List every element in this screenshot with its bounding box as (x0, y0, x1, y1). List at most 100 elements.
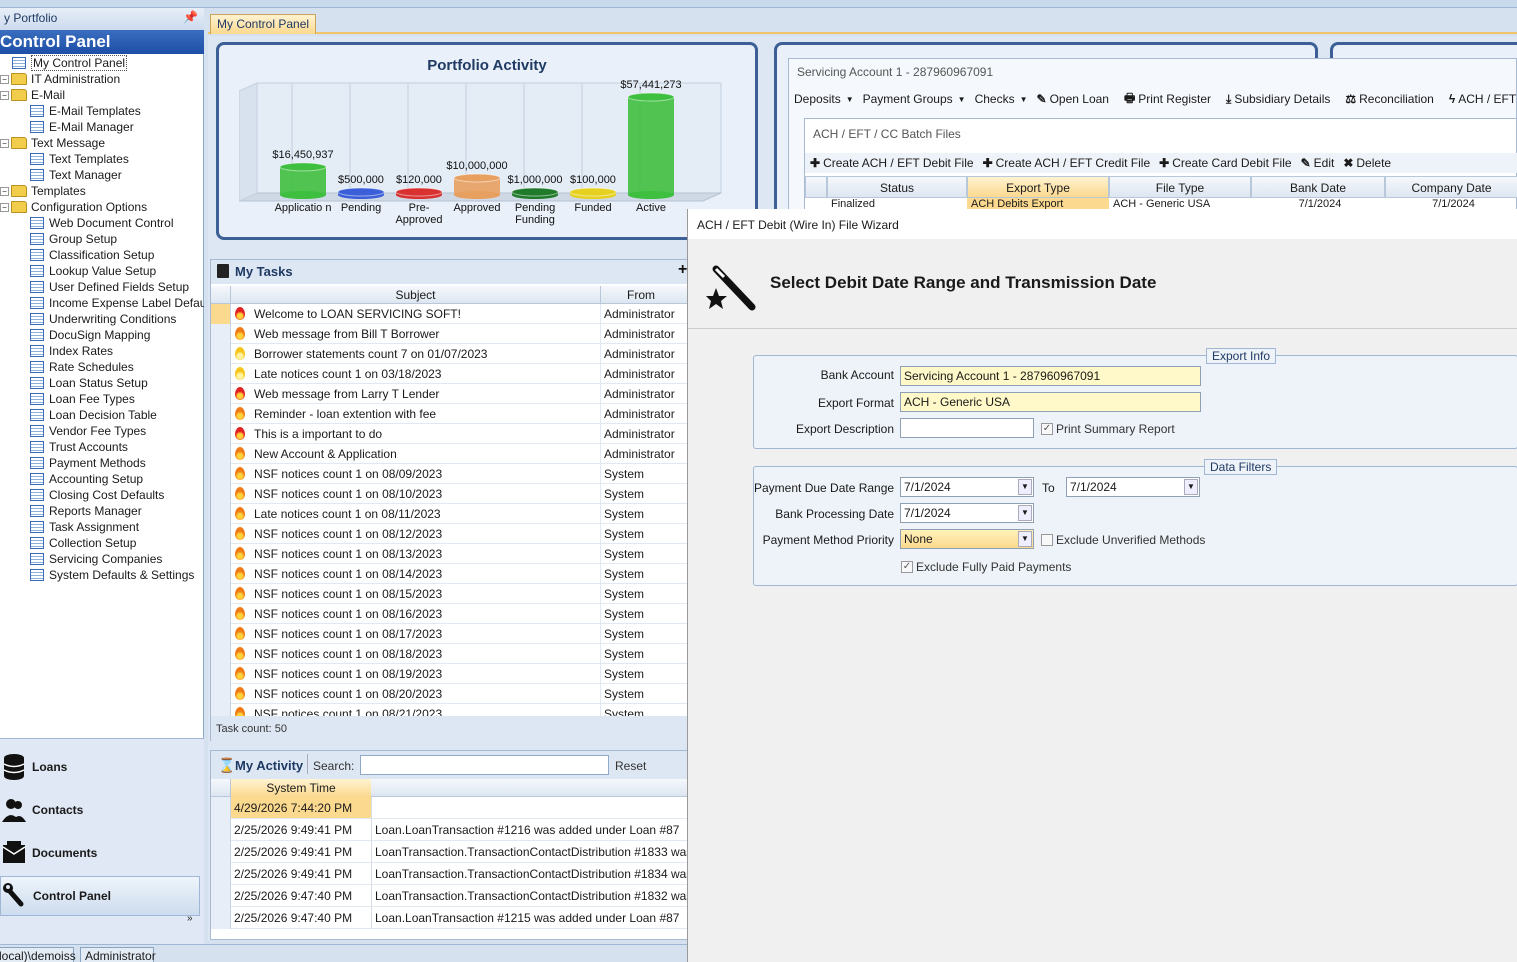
row-selector[interactable] (211, 304, 231, 324)
column-header-file-type[interactable]: File Type (1109, 176, 1251, 198)
toolbar-reconciliation[interactable]: ⚖ Reconciliation (1345, 92, 1433, 106)
export-description-field[interactable] (900, 418, 1034, 438)
exclude-paid-checkbox[interactable]: ✓ (901, 561, 913, 573)
activity-row[interactable]: 4/29/2026 7:44:20 PM (211, 797, 691, 819)
ach-toolbar-edit[interactable]: ✎ Edit (1301, 156, 1335, 170)
task-row[interactable]: NSF notices count 1 on 08/14/2023 System (211, 564, 691, 584)
due-date-from-picker[interactable]: 7/1/2024 ▼ (900, 477, 1034, 497)
toolbar-deposits[interactable]: Deposits ▼ (794, 92, 854, 106)
add-task-icon[interactable]: + (678, 261, 687, 279)
toolbar-subsidiary-details[interactable]: ⤓ Subsidiary Details (1226, 92, 1330, 107)
expand-toggle-icon[interactable]: − (0, 138, 9, 148)
task-row[interactable]: Borrower statements count 7 on 01/07/202… (211, 344, 691, 364)
toolbar-ach-eft-cc-batch[interactable]: ϟACH / EFT / CC Batch (1449, 92, 1517, 106)
tree-item-task-assignment[interactable]: Task Assignment (30, 519, 139, 535)
nav-button-documents[interactable]: Documents (0, 833, 200, 873)
reset-button[interactable]: Reset (615, 759, 646, 773)
ach-toolbar-create-ach-eft-credit-file[interactable]: ✚ Create ACH / EFT Credit File (983, 156, 1151, 170)
tree-item-rate-schedules[interactable]: Rate Schedules (30, 359, 134, 375)
chevron-down-icon[interactable]: ▼ (1018, 531, 1032, 547)
subject-column-header[interactable]: Subject (231, 288, 600, 302)
task-row[interactable]: NSF notices count 1 on 08/10/2023 System (211, 484, 691, 504)
row-selector[interactable] (211, 544, 231, 564)
tree-item-underwriting-conditions[interactable]: Underwriting Conditions (30, 311, 176, 327)
tree-item-loan-status-setup[interactable]: Loan Status Setup (30, 375, 148, 391)
task-row[interactable]: NSF notices count 1 on 08/17/2023 System (211, 624, 691, 644)
select-all-cell[interactable] (211, 779, 231, 797)
row-selector[interactable] (211, 644, 231, 664)
toolbar-print-register[interactable]: 🖶 Print Register (1124, 89, 1211, 110)
ach-toolbar-delete[interactable]: ✖ Delete (1343, 156, 1391, 170)
toolbar-payment-groups[interactable]: Payment Groups ▼ (863, 92, 966, 106)
tree-item-reports-manager[interactable]: Reports Manager (30, 503, 142, 519)
row-selector[interactable] (211, 464, 231, 484)
tree-item-income-expense-label-defaults[interactable]: Income Expense Label Defaults (30, 295, 204, 311)
chevron-more-icon[interactable]: » (187, 913, 193, 924)
tree-item-text-message[interactable]: − Text Message (0, 135, 105, 151)
row-selector[interactable] (211, 684, 231, 704)
task-row[interactable]: NSF notices count 1 on 08/16/2023 System (211, 604, 691, 624)
tree-item-system-defaults-settings[interactable]: System Defaults & Settings (30, 567, 194, 583)
tree-item-loan-fee-types[interactable]: Loan Fee Types (30, 391, 135, 407)
expand-toggle-icon[interactable]: − (0, 202, 9, 212)
toolbar-checks[interactable]: Checks ▼ (975, 92, 1028, 106)
row-selector[interactable] (211, 324, 231, 344)
tree-item-lookup-value-setup[interactable]: Lookup Value Setup (30, 263, 156, 279)
tree-item-templates[interactable]: − Templates (0, 183, 86, 199)
task-row[interactable]: Welcome to LOAN SERVICING SOFT! Administr… (211, 304, 691, 324)
activity-row[interactable]: 2/25/2026 9:49:41 PM Loan.LoanTransaction… (211, 819, 691, 841)
row-selector[interactable] (211, 885, 231, 907)
tree-item-e-mail[interactable]: − E-Mail (0, 87, 65, 103)
task-row[interactable]: NSF notices count 1 on 08/15/2023 System (211, 584, 691, 604)
row-selector[interactable] (211, 819, 231, 841)
tree-item-loan-decision-table[interactable]: Loan Decision Table (30, 407, 157, 423)
row-selector[interactable] (211, 484, 231, 504)
chevron-down-icon[interactable]: ▼ (1018, 505, 1032, 521)
tree-item-index-rates[interactable]: Index Rates (30, 343, 113, 359)
row-selector[interactable] (211, 863, 231, 885)
tree-item-payment-methods[interactable]: Payment Methods (30, 455, 146, 471)
row-selector[interactable] (211, 907, 231, 929)
tree-item-collection-setup[interactable]: Collection Setup (30, 535, 136, 551)
chevron-down-icon[interactable]: ▼ (1184, 479, 1198, 495)
activity-row[interactable]: 2/25/2026 9:47:40 PM Loan.LoanTransaction… (211, 907, 691, 929)
payment-method-priority-select[interactable]: None ▼ (900, 529, 1034, 549)
tree-item-servicing-companies[interactable]: Servicing Companies (30, 551, 162, 567)
exclude-unverified-checkbox[interactable] (1041, 534, 1053, 546)
due-date-to-picker[interactable]: 7/1/2024 ▼ (1066, 477, 1200, 497)
tree-item-my-control-panel[interactable]: My Control Panel (12, 55, 128, 71)
row-selector[interactable] (211, 664, 231, 684)
ach-toolbar-create-ach-eft-debit-file[interactable]: ✚ Create ACH / EFT Debit File (810, 156, 974, 170)
tree-item-accounting-setup[interactable]: Accounting Setup (30, 471, 143, 487)
row-selector[interactable] (211, 424, 231, 444)
task-row[interactable]: Reminder - loan extention with fee Admini… (211, 404, 691, 424)
tree-item-group-setup[interactable]: Group Setup (30, 231, 117, 247)
tree-item-e-mail-templates[interactable]: E-Mail Templates (30, 103, 141, 119)
expand-toggle-icon[interactable]: − (0, 74, 9, 84)
print-summary-checkbox[interactable]: ✓ (1041, 423, 1053, 435)
bank-account-field[interactable]: Servicing Account 1 - 287960967091 (900, 366, 1201, 386)
nav-button-control-panel[interactable]: Control Panel (0, 876, 200, 916)
nav-button-contacts[interactable]: Contacts (0, 790, 200, 830)
task-row[interactable]: NSF notices count 1 on 08/09/2023 System (211, 464, 691, 484)
row-selector[interactable] (211, 584, 231, 604)
select-all-cell[interactable] (805, 176, 827, 198)
tree-item-text-templates[interactable]: Text Templates (30, 151, 129, 167)
task-row[interactable]: This is a important to do Administrator (211, 424, 691, 444)
activity-row[interactable]: 2/25/2026 9:47:40 PM LoanTransaction.Tran… (211, 885, 691, 907)
nav-button-loans[interactable]: Loans (0, 747, 200, 787)
tree-item-web-document-control[interactable]: Web Document Control (30, 215, 174, 231)
tree-item-closing-cost-defaults[interactable]: Closing Cost Defaults (30, 487, 164, 503)
row-selector[interactable] (211, 364, 231, 384)
tree-item-e-mail-manager[interactable]: E-Mail Manager (30, 119, 134, 135)
tree-item-user-defined-fields-setup[interactable]: User Defined Fields Setup (30, 279, 189, 295)
activity-row[interactable]: 2/25/2026 9:49:41 PM LoanTransaction.Tran… (211, 841, 691, 863)
ach-toolbar-create-card-debit-file[interactable]: ✚ Create Card Debit File (1159, 156, 1291, 170)
row-selector[interactable] (211, 564, 231, 584)
column-header-export-type[interactable]: Export Type (967, 176, 1109, 198)
task-row[interactable]: NSF notices count 1 on 08/20/2023 System (211, 684, 691, 704)
task-row[interactable]: Late notices count 1 on 03/18/2023 Admini… (211, 364, 691, 384)
task-row[interactable]: Web message from Larry T Lender Administr… (211, 384, 691, 404)
row-selector[interactable] (211, 841, 231, 863)
system-time-column-header[interactable]: System Time (231, 779, 371, 797)
